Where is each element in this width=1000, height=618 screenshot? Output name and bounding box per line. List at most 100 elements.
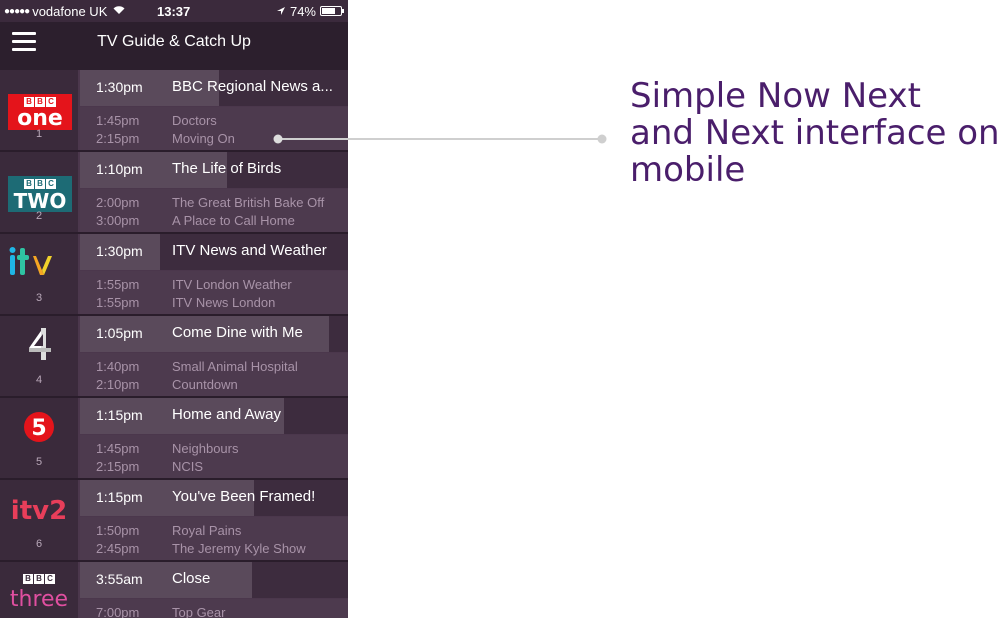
channel-number: 5 — [35, 456, 43, 468]
next-title: Small Animal Hospital — [172, 359, 298, 374]
channel-5-logo: 5 — [24, 412, 54, 442]
now-program[interactable]: 1:15pm Home and Away — [80, 398, 348, 434]
next-time: 2:45pm — [96, 541, 140, 556]
channel-number: 3 — [35, 292, 43, 304]
next-time: 2:15pm — [96, 459, 140, 474]
next-programs: 2:00pm The Great British Bake Off 3:00pm A… — [80, 189, 348, 232]
next-time: 1:55pm — [96, 277, 140, 292]
now-title: Come Dine with Me — [172, 324, 303, 341]
now-title: The Life of Birds — [172, 160, 282, 177]
channel-logo-cell: BBC one 1 — [0, 70, 78, 150]
channel-row[interactable]: BBC three 3:55am Close 7:00pm Top Gear — [0, 562, 348, 618]
next-time: 3:00pm — [96, 213, 140, 228]
channel-number: 4 — [35, 374, 43, 386]
next-item: 2:15pm Moving On — [96, 131, 235, 146]
channel-logo-cell: 5 5 — [0, 398, 78, 478]
channel-number: 2 — [35, 210, 43, 222]
next-title: ITV News London — [172, 295, 276, 310]
next-item: 2:10pm Countdown — [96, 377, 238, 392]
now-time: 3:55am — [96, 571, 143, 587]
next-item: 1:40pm Small Animal Hospital — [96, 359, 298, 374]
next-time: 1:55pm — [96, 295, 140, 310]
next-programs: 1:50pm Royal Pains 2:45pm The Jeremy Kyle … — [80, 517, 348, 560]
next-time: 7:00pm — [96, 605, 140, 618]
channel-logo-cell: itv2 6 — [0, 480, 78, 560]
svg-text:three: three — [10, 587, 68, 610]
channel-list: BBC one 1 1:30pm BBC Regional News a... … — [0, 70, 348, 618]
status-bar: ●●●●● vodafone UK 13:37 74% — [0, 0, 348, 22]
carrier-label: vodafone UK — [32, 3, 108, 19]
bbc-three-logo: BBC three — [9, 574, 69, 610]
now-title: You've Been Framed! — [172, 488, 316, 505]
channel-row[interactable]: 3 1:30pm ITV News and Weather 1:55pm ITV … — [0, 234, 348, 316]
next-programs: 1:45pm Neighbours 2:15pm NCIS — [80, 435, 348, 478]
channel-4-logo — [29, 328, 51, 360]
location-arrow-icon — [276, 4, 286, 19]
channel-logo-cell: BBC TWO 2 — [0, 152, 78, 232]
channel-logo-cell: 4 — [0, 316, 78, 396]
now-program[interactable]: 1:05pm Come Dine with Me — [80, 316, 348, 352]
annotation-line: and Next interface on — [630, 113, 1000, 153]
next-time: 1:45pm — [96, 113, 140, 128]
itv2-logo: itv2 — [11, 496, 67, 524]
next-title: NCIS — [172, 459, 204, 474]
next-item: 2:45pm The Jeremy Kyle Show — [96, 541, 306, 556]
bbc-two-logo: BBC TWO — [8, 176, 72, 212]
channel-row[interactable]: BBC TWO 2 1:10pm The Life of Birds 2:00p… — [0, 152, 348, 234]
now-program[interactable]: 1:10pm The Life of Birds — [80, 152, 348, 188]
next-title: The Great British Bake Off — [172, 195, 325, 210]
next-time: 1:45pm — [96, 441, 140, 456]
channel-row[interactable]: 4 1:05pm Come Dine with Me 1:40pm Small A… — [0, 316, 348, 398]
next-title: Moving On — [172, 131, 235, 146]
next-item: 1:55pm ITV London Weather — [96, 277, 292, 292]
next-time: 2:00pm — [96, 195, 140, 210]
channel-number: 1 — [35, 128, 43, 140]
nav-bar: TV Guide & Catch Up — [0, 22, 348, 70]
next-item: 7:00pm Top Gear — [96, 605, 225, 618]
now-title: Home and Away — [172, 406, 281, 423]
now-time: 1:15pm — [96, 407, 143, 423]
now-title: BBC Regional News a... — [172, 78, 333, 95]
next-time: 2:15pm — [96, 131, 140, 146]
annotation-line: mobile — [630, 150, 746, 190]
svg-text:itv2: itv2 — [11, 496, 67, 524]
now-program[interactable]: 1:30pm BBC Regional News a... — [80, 70, 348, 106]
now-time: 1:05pm — [96, 325, 143, 341]
svg-text:5: 5 — [31, 416, 46, 441]
now-program[interactable]: 1:15pm You've Been Framed! — [80, 480, 348, 516]
next-title: Countdown — [172, 377, 238, 392]
channel-row[interactable]: 5 5 1:15pm Home and Away 1:45pm Neighbour… — [0, 398, 348, 480]
next-item: 1:45pm Doctors — [96, 113, 217, 128]
next-time: 2:10pm — [96, 377, 140, 392]
channel-number: 6 — [35, 538, 43, 550]
status-time: 13:37 — [157, 3, 191, 19]
channel-row[interactable]: itv2 6 1:15pm You've Been Framed! 1:50pm… — [0, 480, 348, 562]
channel-logo-cell: BBC three — [0, 562, 78, 618]
annotation-caption: Simple Now Next and Next interface on mo… — [630, 76, 1000, 190]
now-program[interactable]: 3:55am Close — [80, 562, 348, 598]
next-programs: 1:55pm ITV London Weather 1:55pm ITV News … — [80, 271, 348, 314]
next-item: 2:00pm The Great British Bake Off — [96, 195, 324, 210]
battery-icon — [320, 6, 344, 16]
annotation-line: Simple Now Next — [630, 76, 921, 116]
battery-percent: 74% — [289, 3, 316, 19]
signal-dots-icon: ●●●●● — [4, 5, 30, 17]
next-item: 3:00pm A Place to Call Home — [96, 213, 295, 228]
next-title: Top Gear — [172, 605, 226, 618]
next-title: ITV London Weather — [172, 277, 292, 292]
next-title: Neighbours — [172, 441, 239, 456]
next-time: 1:40pm — [96, 359, 140, 374]
phone-screen: ●●●●● vodafone UK 13:37 74% TV Guide & C… — [0, 0, 348, 618]
next-title: The Jeremy Kyle Show — [172, 541, 306, 556]
page-title: TV Guide & Catch Up — [97, 33, 251, 50]
now-time: 1:10pm — [96, 161, 143, 177]
now-time: 1:15pm — [96, 489, 143, 505]
next-item: 1:45pm Neighbours — [96, 441, 239, 456]
next-programs: 7:00pm Top Gear — [80, 599, 348, 618]
svg-text:TWO: TWO — [14, 189, 67, 211]
next-title: Royal Pains — [172, 523, 242, 538]
itv-logo — [9, 247, 52, 275]
next-programs: 1:40pm Small Animal Hospital 2:10pm Countd… — [80, 353, 348, 396]
channel-logo-cell: 3 — [0, 234, 78, 314]
now-program[interactable]: 1:30pm ITV News and Weather — [80, 234, 348, 270]
